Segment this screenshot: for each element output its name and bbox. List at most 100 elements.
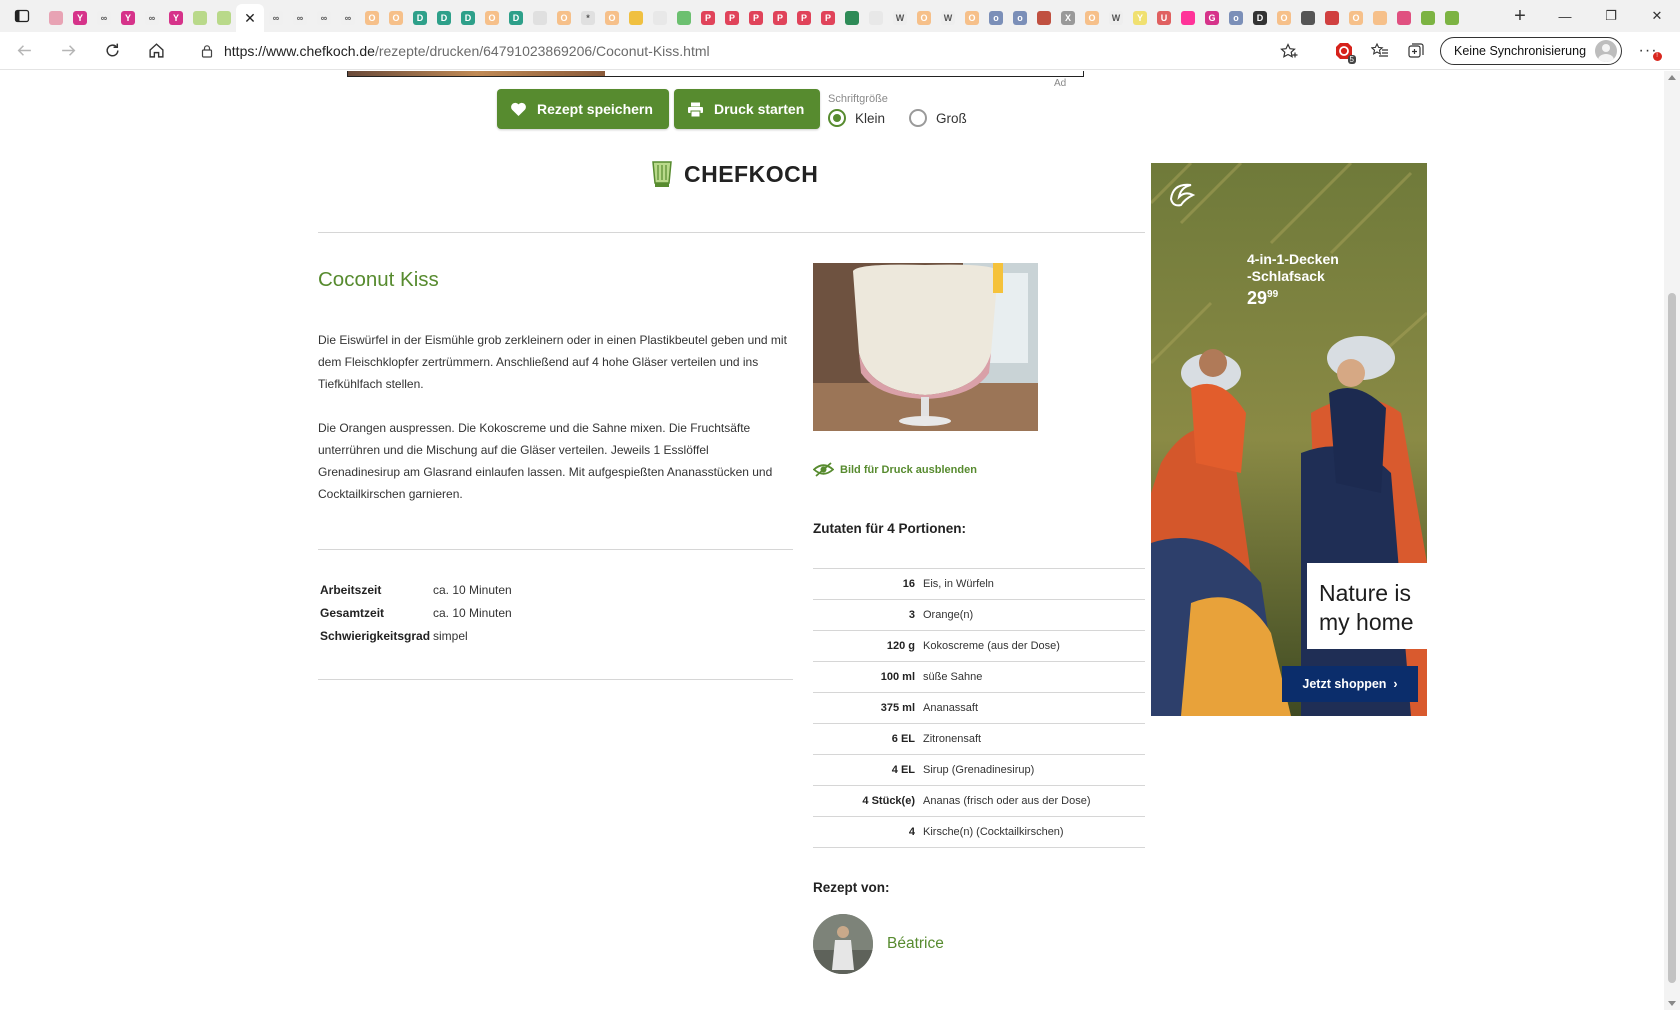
browser-tab[interactable]: ∞	[288, 4, 312, 32]
scrollbar-thumb[interactable]	[1668, 293, 1676, 983]
lock-icon	[201, 44, 213, 58]
browser-tab[interactable]: O	[360, 4, 384, 32]
hide-image-toggle[interactable]: Bild für Druck ausblenden	[813, 461, 977, 478]
browser-tab[interactable]: O	[480, 4, 504, 32]
vertical-scrollbar[interactable]	[1664, 71, 1680, 1010]
browser-tab[interactable]: ∞	[312, 4, 336, 32]
font-size-small-radio[interactable]: Klein	[828, 109, 885, 127]
browser-tab[interactable]	[672, 4, 696, 32]
author-avatar[interactable]	[813, 914, 873, 974]
forward-button[interactable]	[48, 35, 88, 67]
scroll-up-arrow-icon[interactable]	[1668, 75, 1676, 80]
browser-tab[interactable]	[1032, 4, 1056, 32]
tab-favicon-icon: ∞	[145, 11, 159, 25]
profile-sync-button[interactable]: Keine Synchronisierung	[1440, 36, 1623, 65]
settings-more-button[interactable]: ···!	[1630, 35, 1666, 67]
tab-favicon-icon: O	[389, 11, 403, 25]
browser-tab[interactable]: P	[768, 4, 792, 32]
back-button[interactable]	[4, 35, 44, 67]
browser-tab[interactable]: P	[720, 4, 744, 32]
browser-tab[interactable]: ∞	[336, 4, 360, 32]
browser-tab[interactable]: ∞	[92, 4, 116, 32]
browser-tab[interactable]: W	[936, 4, 960, 32]
browser-tab[interactable]: P	[816, 4, 840, 32]
print-button[interactable]: Druck starten	[674, 89, 821, 129]
browser-tab[interactable]: O	[600, 4, 624, 32]
browser-tab[interactable]	[1320, 4, 1344, 32]
browser-tab[interactable]: O	[552, 4, 576, 32]
browser-tab[interactable]: O	[1344, 4, 1368, 32]
browser-tab[interactable]	[528, 4, 552, 32]
browser-tab[interactable]	[1416, 4, 1440, 32]
font-size-large-radio[interactable]: Groß	[909, 109, 967, 127]
browser-tab[interactable]	[1368, 4, 1392, 32]
browser-tab[interactable]: O	[912, 4, 936, 32]
url-field[interactable]: https://www.chefkoch.de/rezepte/drucken/…	[188, 36, 1308, 66]
side-advertisement[interactable]: 4-in-1-Decken -Schlafsack 2999 Nature is…	[1151, 163, 1427, 716]
ingredient-name: Zitronensaft	[923, 733, 982, 745]
browser-tab[interactable]	[1440, 4, 1464, 32]
browser-tab[interactable]: o	[1008, 4, 1032, 32]
browser-tab[interactable]: D	[456, 4, 480, 32]
browser-tab[interactable]	[212, 4, 236, 32]
close-window-button[interactable]: ✕	[1634, 0, 1680, 32]
collections-button[interactable]	[1398, 35, 1434, 67]
browser-tab[interactable]: O	[384, 4, 408, 32]
browser-tab[interactable]: G	[1200, 4, 1224, 32]
browser-tab[interactable]: U	[1152, 4, 1176, 32]
browser-tab[interactable]: X	[1056, 4, 1080, 32]
browser-tab[interactable]: ∞	[264, 4, 288, 32]
browser-tab[interactable]: Y	[1128, 4, 1152, 32]
browser-tab[interactable]: Y	[68, 4, 92, 32]
browser-tab[interactable]	[648, 4, 672, 32]
browser-tab[interactable]: D	[432, 4, 456, 32]
tab-favicon-icon: W	[1109, 11, 1123, 25]
browser-tab[interactable]: P	[792, 4, 816, 32]
ingredients-table: 16 Eis, in Würfeln 3 Orange(n) 120 g Kokosc…	[813, 568, 1145, 848]
browser-tab[interactable]: o	[1224, 4, 1248, 32]
browser-tab[interactable]: Y	[164, 4, 188, 32]
browser-tab[interactable]	[864, 4, 888, 32]
browser-tab[interactable]: *	[576, 4, 600, 32]
active-tab[interactable]: ✕	[236, 4, 264, 32]
tab-favicon-icon	[845, 11, 859, 25]
browser-tab[interactable]: P	[696, 4, 720, 32]
close-tab-icon[interactable]: ✕	[244, 10, 256, 27]
tab-actions-button[interactable]	[0, 0, 44, 32]
favorites-button[interactable]	[1362, 35, 1398, 67]
browser-tab[interactable]: Y	[116, 4, 140, 32]
top-banner-ad[interactable]	[347, 71, 1084, 77]
browser-tab[interactable]: O	[960, 4, 984, 32]
browser-tab[interactable]: W	[1104, 4, 1128, 32]
browser-tab[interactable]: o	[984, 4, 1008, 32]
home-button[interactable]	[136, 35, 176, 67]
browser-tab[interactable]	[188, 4, 212, 32]
browser-tab[interactable]: D	[1248, 4, 1272, 32]
tab-favicon-icon: O	[965, 11, 979, 25]
ad-shop-button[interactable]: Jetzt shoppen ›	[1282, 666, 1418, 702]
time-label: Arbeitszeit	[320, 582, 382, 597]
browser-tab[interactable]	[840, 4, 864, 32]
new-tab-button[interactable]: +	[1506, 2, 1534, 30]
browser-tab[interactable]	[1392, 4, 1416, 32]
refresh-button[interactable]	[92, 35, 132, 67]
browser-tab-strip: Y ∞ Y ∞ Y ✕ ∞ ∞ ∞ ∞ O O D D D O D O * O P P P P P P W O W Oo o X O W Y U Go D…	[0, 0, 1680, 32]
browser-tab[interactable]	[1296, 4, 1320, 32]
restore-button[interactable]: ❐	[1588, 0, 1634, 32]
browser-tab[interactable]: W	[888, 4, 912, 32]
minimize-button[interactable]: —	[1542, 0, 1588, 32]
browser-tab[interactable]: D	[408, 4, 432, 32]
browser-tab[interactable]: P	[744, 4, 768, 32]
browser-tab[interactable]: ∞	[140, 4, 164, 32]
add-favorite-icon[interactable]	[1280, 42, 1298, 59]
scroll-down-arrow-icon[interactable]	[1668, 1001, 1676, 1006]
author-name-link[interactable]: Béatrice	[887, 935, 944, 953]
browser-tab[interactable]: D	[504, 4, 528, 32]
adblock-extension-button[interactable]: 5	[1326, 35, 1362, 67]
browser-tab[interactable]	[1176, 4, 1200, 32]
browser-tab[interactable]: O	[1272, 4, 1296, 32]
browser-tab[interactable]: O	[1080, 4, 1104, 32]
browser-tab[interactable]	[624, 4, 648, 32]
save-recipe-button[interactable]: Rezept speichern	[497, 89, 669, 129]
browser-tab[interactable]	[44, 4, 68, 32]
